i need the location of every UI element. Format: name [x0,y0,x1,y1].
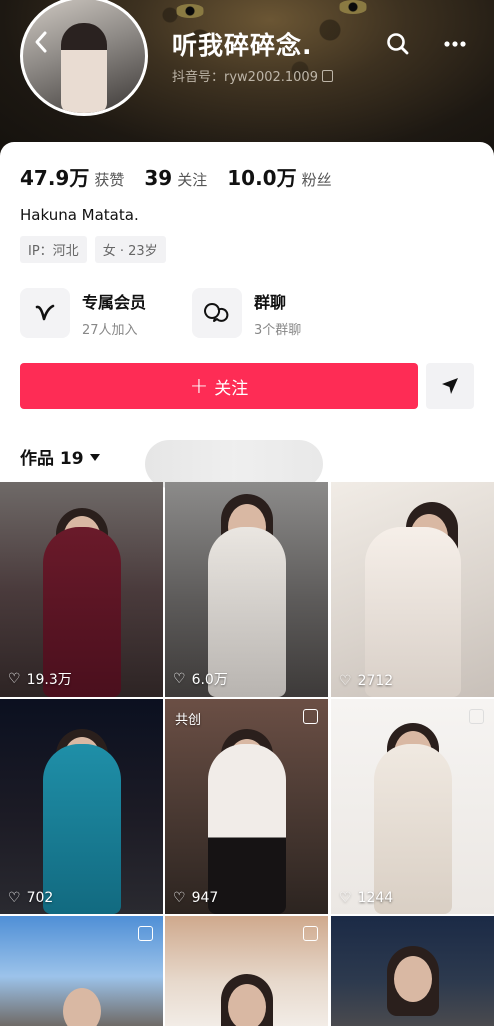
video-tile[interactable] [331,916,494,1026]
heart-icon: ♡ [173,890,186,906]
send-arrow-icon [442,378,458,394]
like-count: ♡ 2712 [339,673,393,689]
like-count-value: 2712 [357,673,394,689]
stat-followers[interactable]: 10.0万 粉丝 [227,162,331,191]
group-chat-entry[interactable]: 群聊 3个群聊 [192,288,301,338]
heart-icon: ♡ [8,890,21,906]
follow-label: 关注 [214,378,249,399]
heart-icon: ♡ [339,890,352,906]
membership-subtitle: 27人加入 [82,322,138,338]
bio-text: Hakuna Matata. [20,206,139,224]
search-icon [387,33,409,55]
video-tile[interactable]: ♡ 19.3万 [0,482,163,697]
heart-icon: ♡ [173,671,186,687]
video-tile[interactable]: ♡ 702 [0,699,163,914]
more-horizontal-icon [444,41,466,47]
video-tile[interactable]: ♡ 2712 [331,482,494,697]
chevron-left-icon [35,31,47,53]
multi-image-icon [469,709,484,724]
video-thumbnail-figure [42,744,121,914]
stat-value: 47.9万 [20,166,90,190]
cover-eye [338,0,368,14]
stat-value: 10.0万 [227,166,297,190]
heart-icon: ♡ [8,671,21,687]
stat-label: 获赞 [94,171,125,189]
stats-row: 47.9万 获赞 39 关注 10.0万 粉丝 [20,162,352,191]
back-button[interactable] [30,28,52,56]
works-tab-label: 作品 19 [20,449,84,469]
stat-label: 关注 [177,171,208,189]
gender-age-tag: 女 · 23岁 [94,236,166,263]
heart-icon: ♡ [339,673,352,689]
like-count-value: 19.3万 [26,672,72,688]
avatar-figure [61,23,107,113]
profile-name: 听我碎碎念. [172,31,313,60]
video-thumbnail-figure [207,744,286,914]
more-button[interactable] [440,30,470,58]
like-count-value: 1244 [357,890,394,906]
cover-eye [175,4,205,18]
multi-image-icon [303,926,318,941]
like-count: ♡ 19.3万 [8,669,72,689]
avatar[interactable] [20,0,148,116]
stat-likes: 47.9万 获赞 [20,162,124,191]
group-chat-subtitle: 3个群聊 [254,322,302,338]
v-logo-icon [20,288,70,338]
like-count-value: 947 [191,890,219,906]
tab-works[interactable]: 作品 19 [20,444,100,469]
video-thumbnail-figure [373,744,452,914]
like-count: ♡ 702 [8,890,53,906]
stat-label: 粉丝 [301,171,332,189]
group-chat-title: 群聊 [254,292,287,312]
like-count: ♡ 6.0万 [173,669,228,689]
like-count-value: 6.0万 [191,672,228,688]
chat-bubble-icon [192,288,242,338]
video-tile[interactable] [165,916,328,1026]
multi-image-icon [138,926,153,941]
video-tile[interactable] [0,916,163,1026]
like-count: ♡ 1244 [339,890,393,906]
copy-icon[interactable] [321,70,333,82]
tags-row: IP：河北 女 · 23岁 [20,236,174,263]
account-id[interactable]: 抖音号：ryw2002.1009 [172,66,333,85]
chevron-down-icon [89,454,100,461]
ip-tag: IP：河北 [20,236,87,263]
blurred-overlay [145,440,323,488]
follow-button[interactable]: + 关注 [20,363,418,409]
multi-image-icon [303,709,318,724]
plus-icon: + [189,373,209,399]
membership-entry[interactable]: 专属会员 27人加入 [20,288,146,338]
like-count-value: 702 [26,890,54,906]
membership-title: 专属会员 [82,292,147,312]
like-count: ♡ 947 [173,890,218,906]
video-tile[interactable]: 共创 ♡ 947 [165,699,328,914]
account-id-text: 抖音号：ryw2002.1009 [172,70,318,85]
share-button[interactable] [426,363,474,409]
video-tile[interactable]: ♡ 6.0万 [165,482,328,697]
search-button[interactable] [384,30,412,58]
co-creation-badge: 共创 [175,713,202,728]
profile-card: 47.9万 获赞 39 关注 10.0万 粉丝 Hakuna Matata. I… [0,142,494,1026]
video-tile[interactable]: ♡ 1244 [331,699,494,914]
stat-following[interactable]: 39 关注 [144,166,207,190]
stat-value: 39 [144,166,173,190]
video-thumbnail-figure [364,527,461,697]
